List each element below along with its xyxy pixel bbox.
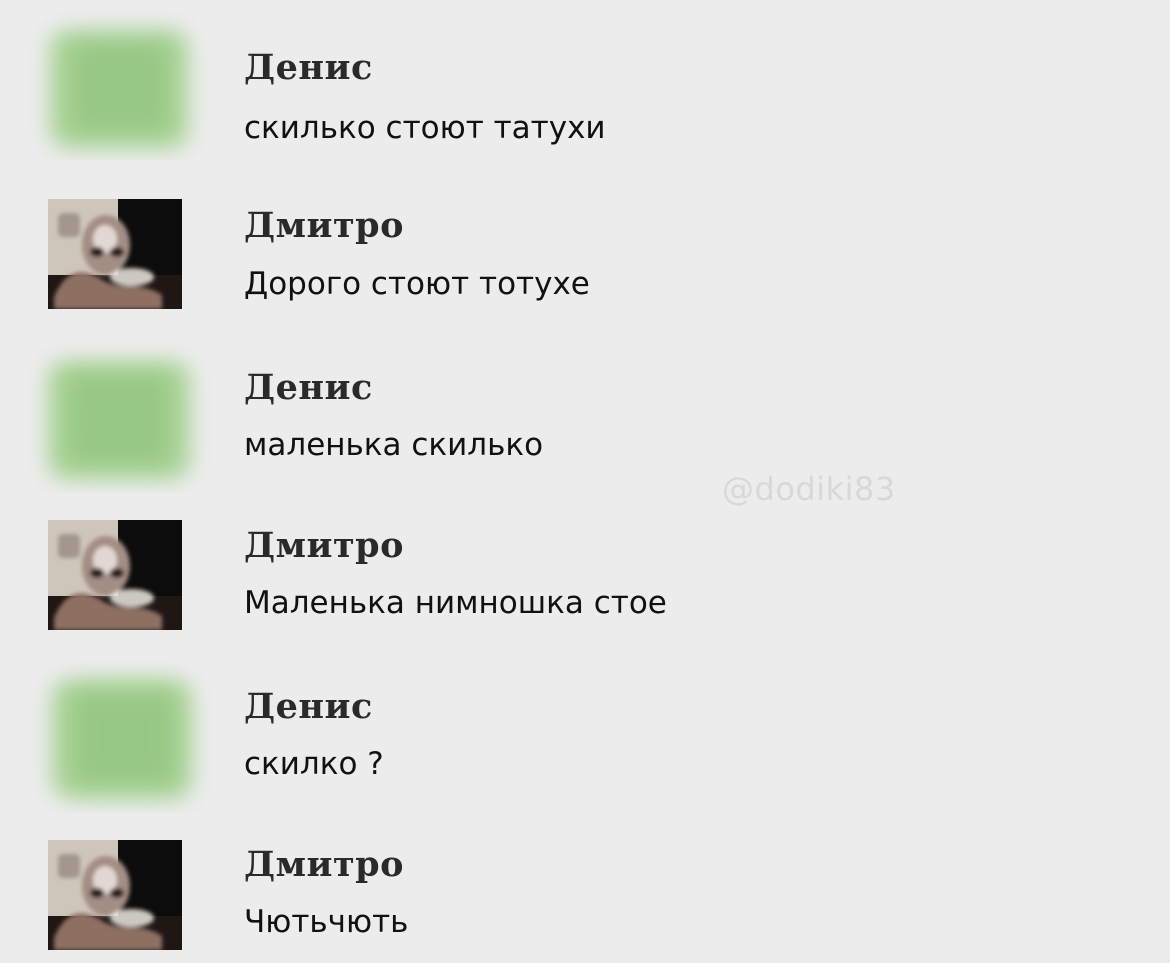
user-avatar[interactable] xyxy=(48,520,182,630)
blurred-green-avatar-icon xyxy=(48,361,190,479)
message-text: скилко ? xyxy=(244,746,384,782)
message-text: Маленька нимношка стое xyxy=(244,585,667,621)
sender-name[interactable]: Дмитро xyxy=(244,844,404,885)
dark-photo-avatar-icon xyxy=(48,840,182,950)
sender-name[interactable]: Денис xyxy=(244,367,373,408)
sender-name[interactable]: Дмитро xyxy=(244,205,404,246)
dark-photo-avatar-icon xyxy=(48,520,182,630)
sender-name[interactable]: Дмитро xyxy=(244,525,404,566)
dark-photo-avatar-icon xyxy=(48,199,182,309)
message-text: Дорого стоют тотухе xyxy=(244,266,590,302)
user-avatar[interactable] xyxy=(48,199,182,309)
chat-conversation: Денис скилько стоют татухи Дмитро Дорого… xyxy=(0,0,1170,963)
sender-name[interactable]: Денис xyxy=(244,686,373,727)
blurred-green-avatar-icon xyxy=(52,679,192,799)
message-text: маленька скилько xyxy=(244,427,544,463)
user-avatar[interactable] xyxy=(48,840,182,950)
user-avatar[interactable] xyxy=(22,343,212,493)
user-avatar[interactable] xyxy=(22,663,212,813)
message-text: Чютьчють xyxy=(244,904,409,940)
watermark-text: @dodiki83 xyxy=(722,470,896,508)
message-item: Дмитро Чютьчють xyxy=(0,0,1170,950)
